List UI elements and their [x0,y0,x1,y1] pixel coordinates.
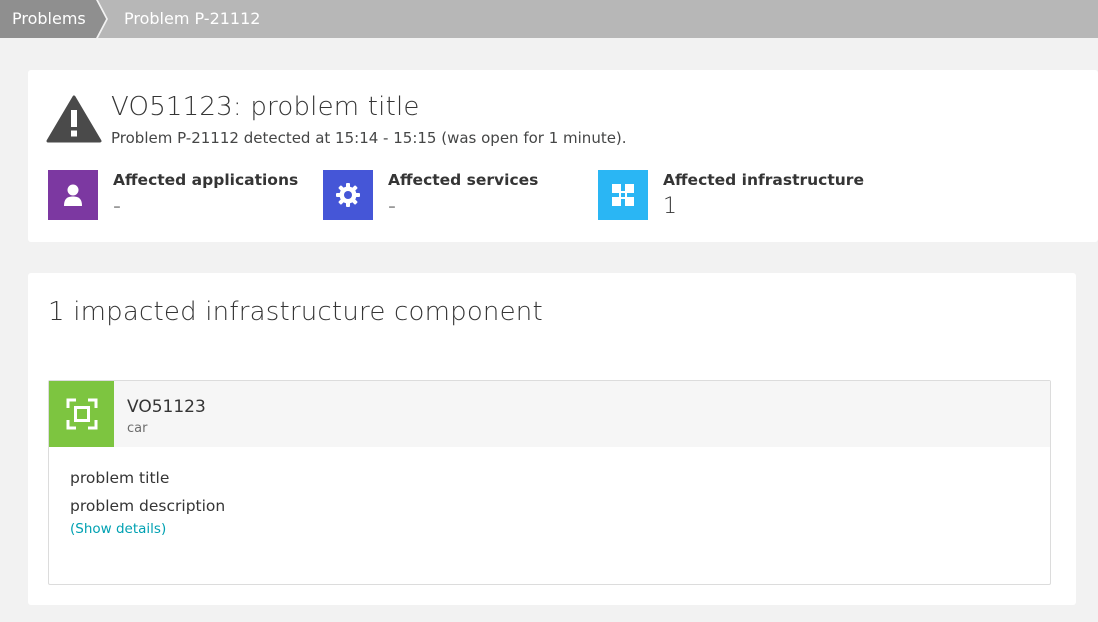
affected-applications-value: - [113,194,121,219]
host-icon [598,170,648,220]
component-problem-title: problem title [70,469,170,487]
impact-heading: 1 impacted infrastructure component [48,297,543,327]
component-type: car [127,421,148,436]
breadcrumb-item-current: Problem P-21112 [124,9,261,28]
affected-infrastructure-label: Affected infrastructure [663,171,864,189]
affected-services-value: - [388,194,396,219]
user-icon [48,170,98,220]
page-title: VO51123: problem title [111,92,420,122]
affected-applications-label: Affected applications [113,171,299,189]
problem-subtitle: Problem P-21112 detected at 15:14 - 15:1… [111,129,627,147]
breadcrumb: Problems Problem P-21112 [0,0,1098,38]
affected-services-label: Affected services [388,171,539,189]
component-problem-description: problem description [70,497,226,515]
affected-services[interactable]: Affected services - [323,170,583,220]
component-name[interactable]: VO51123 [127,397,206,417]
device-frame-icon [49,381,114,447]
component-card: VO51123 car problem title problem descri… [48,380,1051,585]
affected-infrastructure-value: 1 [663,194,677,219]
breadcrumb-item-problems[interactable]: Problems [12,0,86,38]
problem-header-card: VO51123: problem title Problem P-21112 d… [28,70,1098,242]
warning-triangle-icon [46,95,102,143]
affected-infrastructure[interactable]: Affected infrastructure 1 [598,170,864,220]
impacted-components-card: 1 impacted infrastructure component VO51… [28,273,1076,605]
component-header[interactable]: VO51123 car [49,381,1050,447]
gear-icon [323,170,373,220]
show-details-link[interactable]: (Show details) [70,521,166,537]
affected-applications[interactable]: Affected applications - [48,170,308,220]
